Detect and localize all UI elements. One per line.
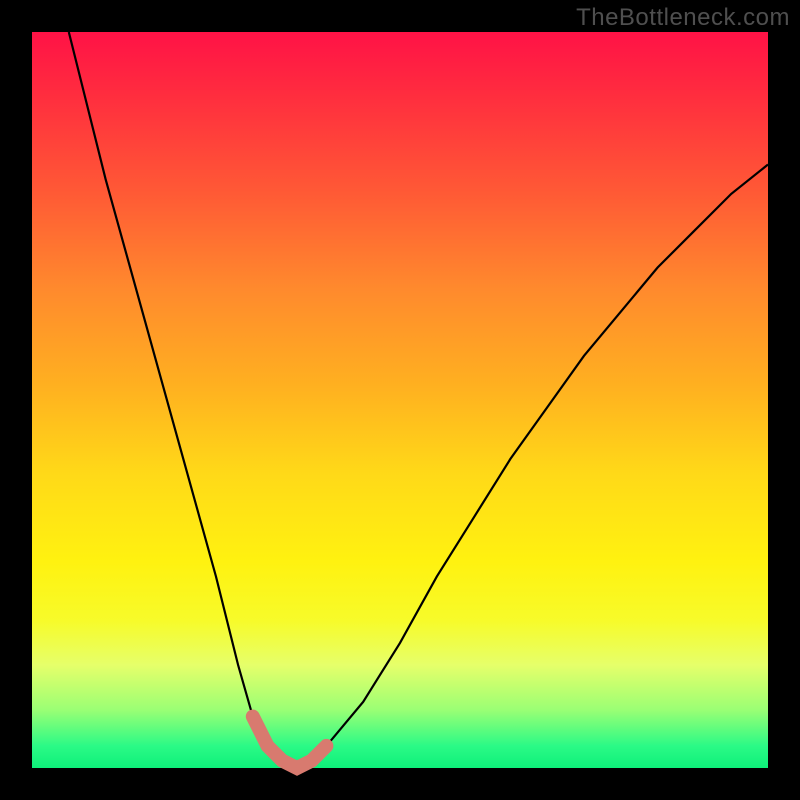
plot-area [32,32,768,768]
bottleneck-curve-svg [32,32,768,768]
chart-frame: TheBottleneck.com [0,0,800,800]
watermark-text: TheBottleneck.com [576,4,790,32]
bottleneck-curve [69,32,768,768]
optimal-range-highlight [253,717,327,769]
